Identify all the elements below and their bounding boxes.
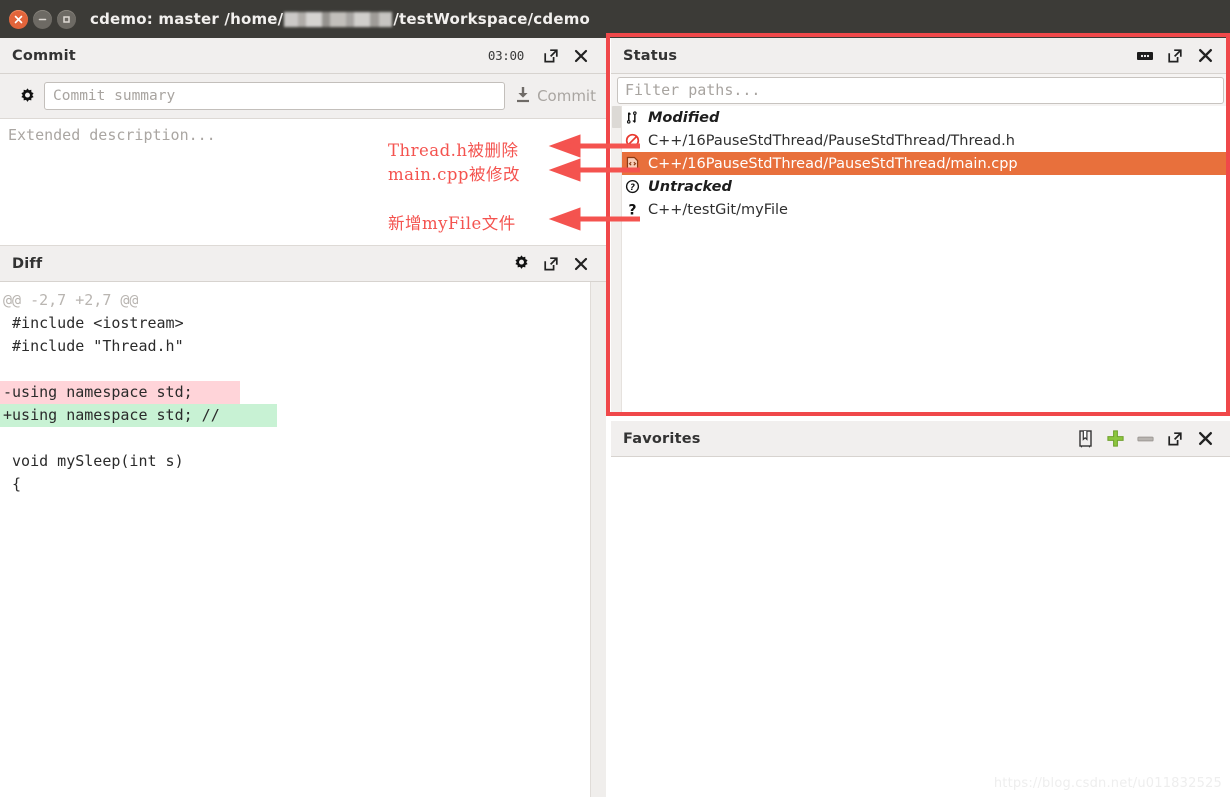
diff-line: void mySleep(int s) [3,452,184,470]
diff-vertical-scrollbar[interactable] [590,282,606,797]
status-group-label: Modified [648,109,720,126]
status-group-label: Untracked [648,178,732,195]
watermark-text: https://blog.csdn.net/u011832525 [993,776,1222,791]
code-file-icon [624,156,641,171]
diff-line: #include <iostream> [3,314,184,332]
favorites-detach-icon[interactable] [1160,425,1190,453]
diff-line-added: +using namespace std; // [0,404,277,427]
status-row-file[interactable]: ? C++/testGit/myFile [611,198,1230,221]
status-detach-icon[interactable] [1160,42,1190,70]
status-group-modified[interactable]: Modified [611,106,1230,129]
status-group-untracked[interactable]: ? Untracked [611,175,1230,198]
status-row-label: C++/testGit/myFile [648,201,788,218]
diff-line: #include "Thread.h" [3,337,184,355]
commit-panel: Commit 03:00 Commit summary Commit Exten… [0,38,606,264]
untracked-icon: ? [624,179,641,194]
commit-button-label: Commit [537,87,596,105]
deleted-icon [624,133,641,148]
diff-settings-gear-icon[interactable] [506,250,536,278]
commit-time-label: 03:00 [487,48,524,63]
window-close-button[interactable] [9,9,28,29]
status-panel: Status Filter paths... Modified C++/16Pa… [611,38,1230,416]
commit-options-gear-icon[interactable] [10,87,44,106]
window-controls [9,9,76,29]
commit-summary-input[interactable]: Commit summary [44,82,506,110]
commit-close-icon[interactable] [566,42,596,70]
window-title-prefix: cdemo: master /home/ [90,10,284,28]
window-minimize-button[interactable] [33,9,52,29]
commit-panel-header: Commit 03:00 [0,38,606,74]
commit-toolbar: Commit summary Commit [0,74,606,119]
diff-line: { [3,475,22,493]
status-more-options-icon[interactable] [1130,42,1160,70]
window-title: cdemo: master /home/ /testWorkspace/cdem… [90,10,590,28]
add-favorite-icon[interactable] [1100,425,1130,453]
status-scrollbar-thumb[interactable] [612,106,621,128]
question-icon: ? [624,202,641,217]
commit-detach-icon[interactable] [536,42,566,70]
status-vertical-scrollbar[interactable] [611,106,622,416]
diff-line [0,427,606,450]
status-row-label: C++/16PauseStdThread/PauseStdThread/main… [648,155,1018,172]
diff-panel: Diff @@ -2,7 +2,7 @@ #include <iostream>… [0,246,606,797]
status-row-file[interactable]: C++/16PauseStdThread/PauseStdThread/Thre… [611,129,1230,152]
svg-text:?: ? [630,182,635,192]
diff-line-removed: -using namespace std; [0,381,240,404]
window-maximize-button[interactable] [57,9,76,29]
status-panel-header: Status [611,38,1230,74]
bookmark-icon[interactable] [1070,425,1100,453]
diff-panel-header: Diff [0,246,606,282]
redacted-username [284,11,393,27]
favorites-panel-header: Favorites [611,421,1230,457]
diff-line: @@ -2,7 +2,7 @@ [3,291,139,309]
remove-favorite-icon[interactable] [1130,425,1160,453]
modified-icon [624,110,641,125]
status-row-file-selected[interactable]: C++/16PauseStdThread/PauseStdThread/main… [611,152,1230,175]
svg-text:?: ? [628,203,636,217]
commit-description-placeholder: Extended description... [8,126,216,144]
favorites-panel: Favorites https://blog.csdn.net/u0118325… [611,421,1230,797]
status-panel-title: Status [623,47,678,64]
commit-download-icon [515,86,531,107]
window-title-suffix: /testWorkspace/cdemo [393,10,591,28]
favorites-panel-title: Favorites [623,430,701,447]
status-close-icon[interactable] [1190,42,1220,70]
application-window: cdemo: master /home/ /testWorkspace/cdem… [0,0,1230,797]
status-row-label: C++/16PauseStdThread/PauseStdThread/Thre… [648,132,1015,149]
diff-content[interactable]: @@ -2,7 +2,7 @@ #include <iostream> #inc… [0,282,606,797]
window-titlebar: cdemo: master /home/ /testWorkspace/cdem… [0,0,1230,38]
status-filter-input[interactable]: Filter paths... [617,77,1224,104]
diff-panel-title: Diff [12,255,43,272]
status-file-list[interactable]: Modified C++/16PauseStdThread/PauseStdTh… [611,106,1230,416]
status-filter-row: Filter paths... [611,74,1230,106]
commit-panel-title: Commit [12,47,76,64]
diff-line [0,358,606,381]
commit-description-area[interactable]: Extended description... ◀ ⋮⋮ ▶ [0,119,606,264]
commit-button[interactable]: Commit [515,86,598,107]
diff-close-icon[interactable] [566,250,596,278]
favorites-close-icon[interactable] [1190,425,1220,453]
favorites-list[interactable]: https://blog.csdn.net/u011832525 [611,457,1230,797]
diff-detach-icon[interactable] [536,250,566,278]
